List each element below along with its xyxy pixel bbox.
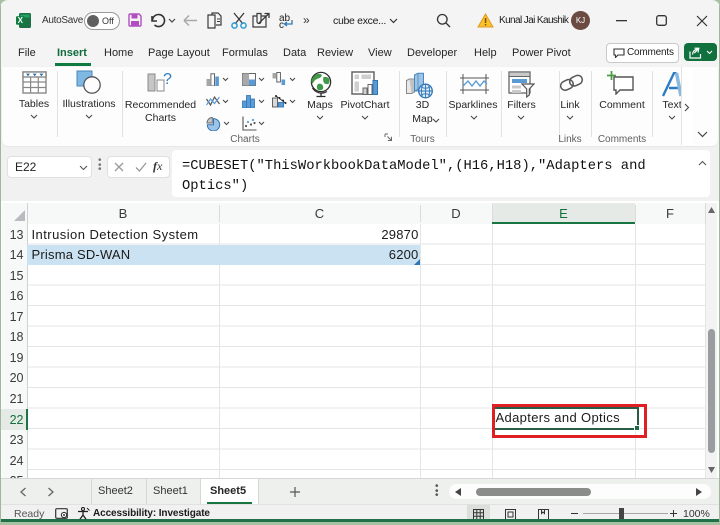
svg-text:X: X: [18, 16, 24, 25]
svg-text:c: c: [279, 20, 284, 29]
svg-text:?: ?: [163, 71, 172, 88]
